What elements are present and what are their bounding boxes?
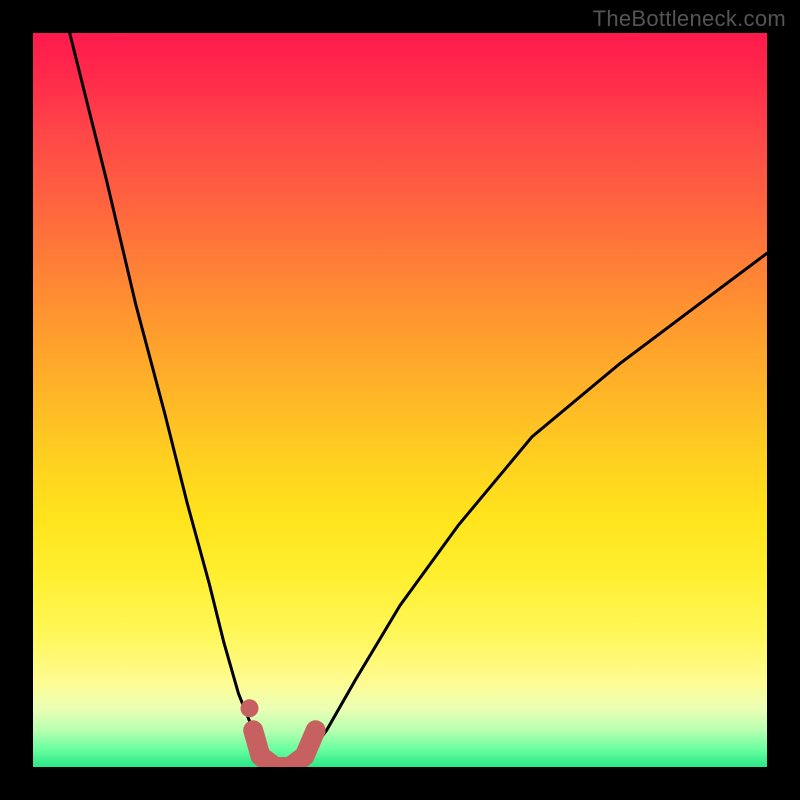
chart-canvas: TheBottleneck.com [0,0,800,800]
watermark-text: TheBottleneck.com [593,6,786,32]
chart-svg [33,33,767,767]
bottleneck-curve [70,33,767,767]
plot-area [33,33,767,767]
optimal-range-highlight [253,730,315,767]
marker-dot-icon [241,699,259,717]
